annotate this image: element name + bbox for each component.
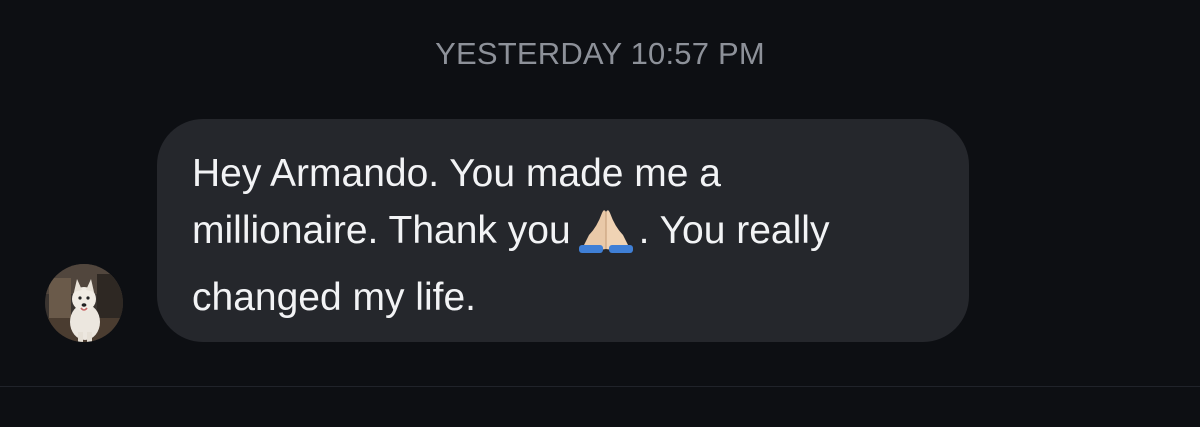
sender-avatar[interactable]	[45, 264, 123, 342]
message-line-3: changed my life.	[192, 276, 476, 319]
dog-avatar-icon	[45, 264, 123, 342]
chat-screen: YESTERDAY 10:57 PM Hey Armando. You made…	[0, 0, 1200, 427]
message-line-2-start: millionaire. Thank you	[192, 209, 571, 252]
received-message-bubble[interactable]: Hey Armando. You made me a millionaire. …	[157, 119, 969, 342]
composer-divider	[0, 386, 1200, 387]
message-timestamp: YESTERDAY 10:57 PM	[435, 36, 765, 71]
message-line-1: Hey Armando. You made me a	[192, 152, 721, 195]
message-line-2-end: . You really	[638, 209, 830, 252]
message-line-2: millionaire. Thank you . You really	[192, 202, 935, 269]
folded-hands-icon	[575, 207, 637, 269]
